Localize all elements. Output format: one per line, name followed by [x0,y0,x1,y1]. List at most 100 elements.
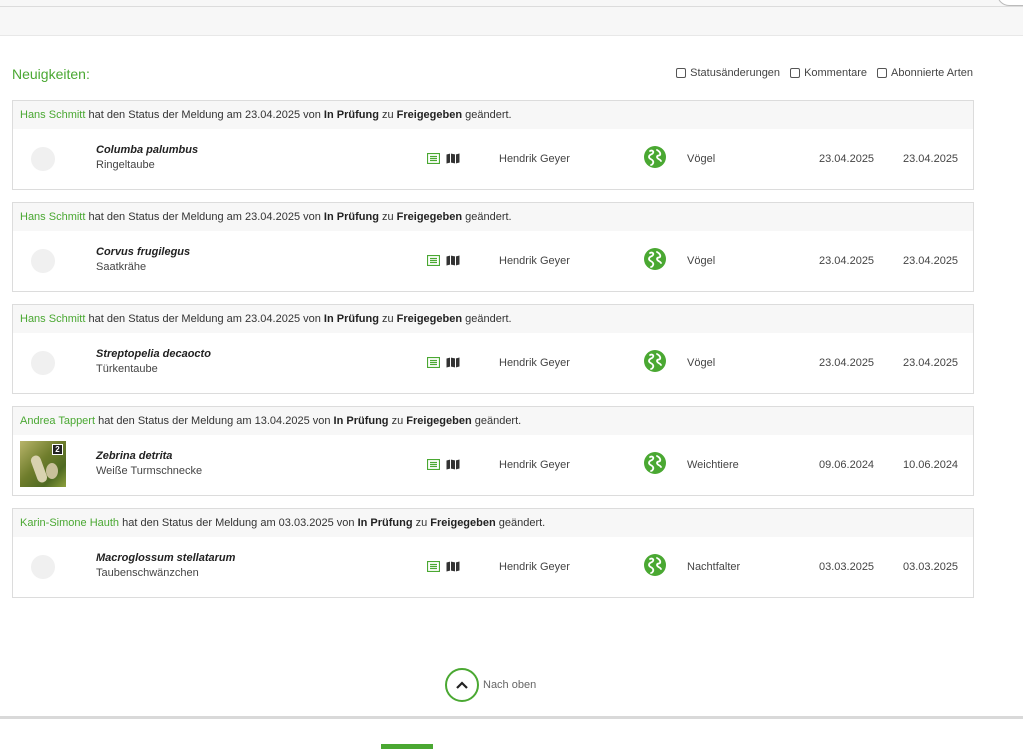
observation-date: 23.04.2025 [819,357,875,369]
filter-subscribed-species[interactable]: Abonnierte Arten [877,67,973,79]
common-name: Weiße Turmschnecke [96,465,203,477]
back-to-top-button[interactable]: Nach oben [445,668,536,702]
species-name[interactable]: Macroglossum stellatarum Taubenschwänzch… [96,552,235,579]
message-text: geändert. [462,211,512,223]
status-change-message: Hans Schmitt hat den Status der Meldung … [13,305,973,333]
observer-name: Hendrik Geyer [499,255,570,267]
common-name: Türkentaube [96,363,158,375]
species-name[interactable]: Corvus frugilegus Saatkrähe [96,246,190,273]
scientific-name[interactable]: Macroglossum stellatarum [96,552,235,564]
status-change-message: Hans Schmitt hat den Status der Meldung … [13,203,973,231]
footer-accent-bar [381,744,433,749]
message-text: zu [378,211,397,223]
filter-label: Statusänderungen [690,67,781,79]
to-status: Freigegeben [430,517,496,529]
map-icon[interactable] [446,459,460,473]
user-link[interactable]: Hans Schmitt [20,313,85,325]
species-name[interactable]: Streptopelia decaocto Türkentaube [96,348,211,375]
user-link[interactable]: Karin-Simone Hauth [20,517,119,529]
observation-actions [426,152,460,167]
entry-date: 23.04.2025 [903,255,959,267]
entry-date: 23.04.2025 [903,357,959,369]
photo-detail [46,463,58,479]
message-text: hat den Status der Meldung am 23.04.2025… [85,109,324,121]
back-to-top-label[interactable]: Nach oben [483,679,536,691]
map-icon[interactable] [446,255,460,269]
map-icon[interactable] [446,153,460,167]
photo-placeholder [31,147,55,171]
scientific-name[interactable]: Zebrina detrita [96,450,202,462]
user-link[interactable]: Hans Schmitt [20,109,85,121]
list-icon[interactable] [426,356,441,371]
entry-date: 03.03.2025 [903,561,959,573]
from-status: In Prüfung [323,109,379,121]
filter-label: Abonnierte Arten [891,67,973,79]
map-icon[interactable] [446,561,460,575]
photo-placeholder [31,351,55,375]
list-icon[interactable] [426,254,441,269]
message-text: geändert. [471,415,522,427]
scientific-name[interactable]: Corvus frugilegus [96,246,190,258]
scientific-name[interactable]: Columba palumbus [96,144,198,156]
map-icon[interactable] [446,357,460,371]
common-name: Saatkrähe [96,261,147,273]
observation-date: 23.04.2025 [819,255,875,267]
species-group: Vögel [687,255,716,267]
checkbox[interactable] [877,68,888,78]
globe-icon[interactable] [644,554,666,576]
status-change-message: Andrea Tappert hat den Status der Meldun… [13,407,973,435]
filter-comments[interactable]: Kommentare [790,67,867,79]
list-icon[interactable] [426,560,441,575]
footer-divider [0,716,1023,719]
message-text: zu [412,517,431,529]
news-card: Karin-Simone Hauth hat den Status der Me… [12,508,974,598]
from-status: In Prüfung [323,313,379,325]
species-name[interactable]: Zebrina detrita Weiße Turmschnecke [96,450,202,477]
news-card: Hans Schmitt hat den Status der Meldung … [12,202,974,292]
user-link[interactable]: Andrea Tappert [20,415,95,427]
species-group: Nachtfalter [687,561,741,573]
message-text: hat den Status der Meldung am 23.04.2025… [85,313,324,325]
globe-icon[interactable] [644,248,666,270]
status-change-message: Karin-Simone Hauth hat den Status der Me… [13,509,973,537]
message-text: hat den Status der Meldung am 03.03.2025… [119,517,358,529]
filter-status-changes[interactable]: Statusänderungen [676,67,780,79]
globe-icon[interactable] [644,452,666,474]
observation-row[interactable]: Columba palumbus Ringeltaube Hendrik Gey… [13,129,973,189]
observation-row[interactable]: 2 Zebrina detrita Weiße Turmschnecke Hen… [13,435,973,495]
list-icon[interactable] [426,458,441,473]
top-divider [0,6,1023,7]
list-icon[interactable] [426,152,441,167]
observer-name: Hendrik Geyer [499,153,570,165]
scientific-name[interactable]: Streptopelia decaocto [96,348,211,360]
user-link[interactable]: Hans Schmitt [20,211,85,223]
news-card: Hans Schmitt hat den Status der Meldung … [12,100,974,190]
observation-row[interactable]: Streptopelia decaocto Türkentaube Hendri… [13,333,973,393]
message-text: geändert. [462,313,512,325]
observation-row[interactable]: Corvus frugilegus Saatkrähe Hendrik Geye… [13,231,973,291]
message-text: zu [388,415,407,427]
photo-placeholder [31,249,55,273]
checkbox[interactable] [790,68,801,78]
chevron-up-icon[interactable] [445,668,479,702]
from-status: In Prüfung [323,211,379,223]
common-name: Ringeltaube [96,159,155,171]
observation-actions [426,458,460,473]
message-text: zu [378,109,397,121]
species-name[interactable]: Columba palumbus Ringeltaube [96,144,198,171]
news-heading: Neuigkeiten: [12,66,90,82]
species-photo[interactable]: 2 [20,441,66,487]
message-text: zu [378,313,397,325]
observation-row[interactable]: Macroglossum stellatarum Taubenschwänzch… [13,537,973,597]
globe-icon[interactable] [644,350,666,372]
species-group: Vögel [687,153,716,165]
observation-date: 23.04.2025 [819,153,875,165]
message-text: hat den Status der Meldung am 23.04.2025… [85,211,324,223]
message-text: geändert. [462,109,512,121]
species-group: Weichtiere [687,459,739,471]
to-status: Freigegeben [396,211,463,223]
globe-icon[interactable] [644,146,666,168]
news-card: Andrea Tappert hat den Status der Meldun… [12,406,974,496]
message-text: geändert. [495,517,546,529]
checkbox[interactable] [676,68,687,78]
